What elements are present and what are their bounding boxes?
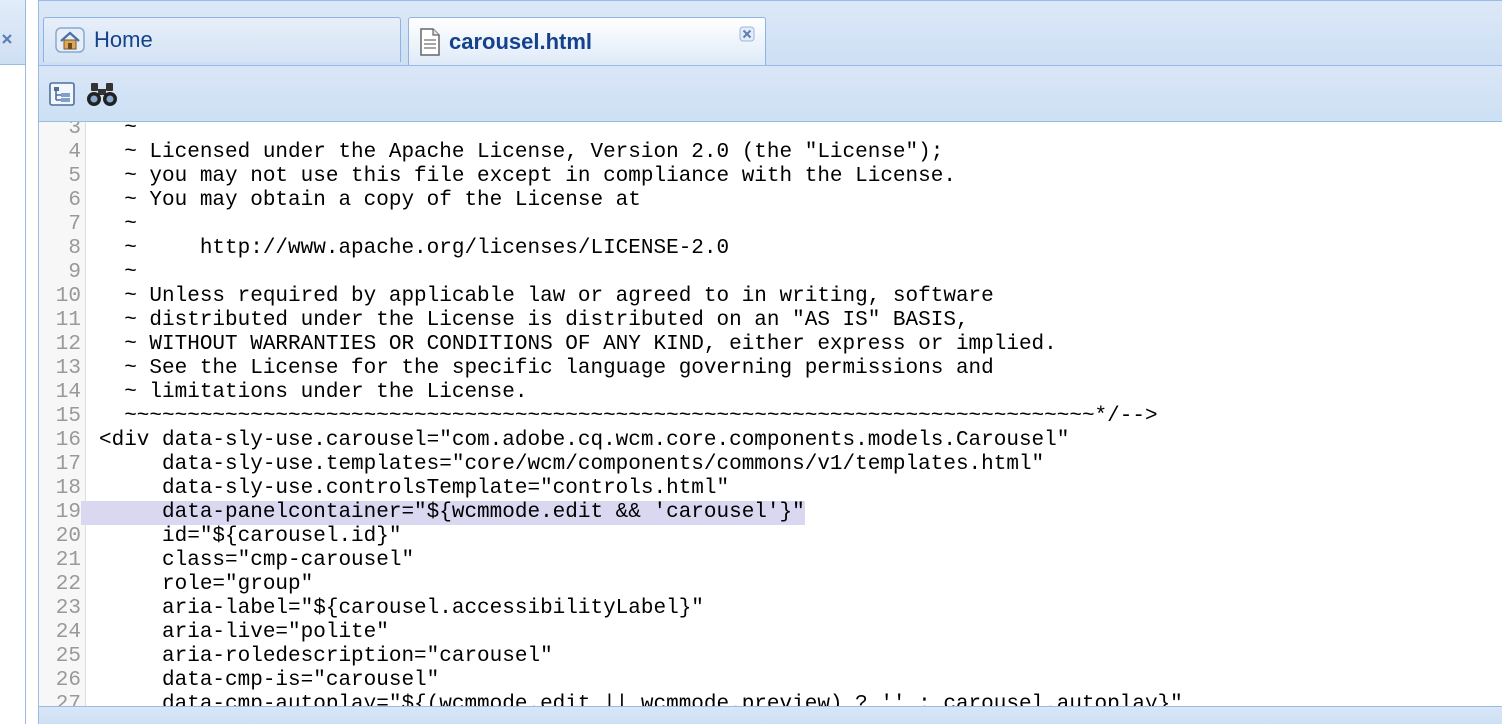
line-number: 5: [68, 165, 81, 188]
line-text: ~ you may not use this file except in co…: [99, 165, 956, 188]
line-text: ~ See the License for the specific langu…: [99, 357, 994, 380]
line-number: 20: [55, 525, 81, 548]
code-line: 8 ~ http://www.apache.org/licenses/LICEN…: [39, 237, 1502, 261]
line-text: data-sly-use.templates="core/wcm/compone…: [99, 453, 1045, 476]
close-icon[interactable]: [737, 24, 757, 44]
line-number: 19: [55, 501, 81, 524]
line-number: 14: [55, 381, 81, 404]
line-text: data-panelcontainer="${wcmmode.edit && '…: [81, 501, 805, 525]
line-text: class="cmp-carousel": [99, 549, 415, 572]
code-line: 18 data-sly-use.controlsTemplate="contro…: [39, 477, 1502, 501]
line-number: 13: [55, 357, 81, 380]
code-line: 3 ~: [39, 122, 1502, 141]
code-line: 27 data-cmp-autoplay="${(wcmmode.edit ||…: [39, 693, 1502, 706]
line-text: aria-live="polite": [99, 621, 389, 644]
line-number: 25: [55, 645, 81, 668]
code-line: 15 ~~~~~~~~~~~~~~~~~~~~~~~~~~~~~~~~~~~~~…: [39, 405, 1502, 429]
line-number: 15: [55, 405, 81, 428]
code-line: 6 ~ You may obtain a copy of the License…: [39, 189, 1502, 213]
line-text: ~ Unless required by applicable law or a…: [99, 285, 994, 308]
line-number: 24: [55, 621, 81, 644]
tab-carousel-html[interactable]: carousel.html: [408, 17, 766, 65]
line-text: ~~~~~~~~~~~~~~~~~~~~~~~~~~~~~~~~~~~~~~~~…: [99, 405, 1158, 428]
tab-active-label: carousel.html: [449, 28, 593, 54]
code-line: 13 ~ See the License for the specific la…: [39, 357, 1502, 381]
code-line: 25 aria-roledescription="carousel": [39, 645, 1502, 669]
code-line: 16 <div data-sly-use.carousel="com.adobe.…: [39, 429, 1502, 453]
line-number: 11: [55, 309, 81, 332]
line-text: ~: [99, 122, 137, 140]
line-text: role="group": [99, 573, 314, 596]
line-number: 7: [68, 213, 81, 236]
line-text: ~: [99, 261, 137, 284]
tree-view-icon[interactable]: [45, 77, 79, 111]
line-text: ~ WITHOUT WARRANTIES OR CONDITIONS OF AN…: [99, 333, 1057, 356]
code-line: 14 ~ limitations under the License.: [39, 381, 1502, 405]
line-text: ~ distributed under the License is distr…: [99, 309, 969, 332]
line-number: 4: [68, 141, 81, 164]
line-number: 23: [55, 597, 81, 620]
code-line: 21 class="cmp-carousel": [39, 549, 1502, 573]
line-number: 12: [55, 333, 81, 356]
tab-home[interactable]: Home: [43, 17, 401, 62]
code-line: 9 ~: [39, 261, 1502, 285]
code-line: 10 ~ Unless required by applicable law o…: [39, 285, 1502, 309]
code-line: 22 role="group": [39, 573, 1502, 597]
line-text: data-cmp-autoplay="${(wcmmode.edit || wc…: [99, 693, 1183, 706]
file-icon: [419, 27, 441, 56]
line-number: 16: [55, 429, 81, 452]
line-text: ~ You may obtain a copy of the License a…: [99, 189, 641, 212]
line-text: data-cmp-is="carousel": [99, 669, 440, 692]
line-number: 26: [55, 669, 81, 692]
line-text: ~ limitations under the License.: [99, 381, 528, 404]
editor-status-bar: [39, 706, 1502, 724]
left-panel-collapsed: [0, 0, 26, 724]
line-number: 6: [68, 189, 81, 212]
tab-home-label: Home: [94, 27, 153, 52]
home-icon: [54, 26, 86, 54]
code-lines: 3 ~4 ~ Licensed under the Apache License…: [39, 122, 1502, 706]
line-number: 21: [55, 549, 81, 572]
line-text: <div data-sly-use.carousel="com.adobe.cq…: [99, 429, 1070, 452]
code-editor[interactable]: 3 ~4 ~ Licensed under the Apache License…: [39, 122, 1502, 706]
binoculars-icon[interactable]: [85, 77, 119, 111]
code-line: 11 ~ distributed under the License is di…: [39, 309, 1502, 333]
line-text: id="${carousel.id}": [99, 525, 402, 548]
line-number: 18: [55, 477, 81, 500]
line-number: 10: [55, 285, 81, 308]
line-text: aria-label="${carousel.accessibilityLabe…: [99, 597, 704, 620]
line-text: ~ Licensed under the Apache License, Ver…: [99, 141, 944, 164]
code-line: 4 ~ Licensed under the Apache License, V…: [39, 141, 1502, 165]
line-text: ~: [99, 213, 137, 236]
line-number: 8: [68, 237, 81, 260]
editor-panel: Home carousel.html 3 ~ 4 ~ Licensed unde…: [38, 0, 1502, 724]
code-line: 26 data-cmp-is="carousel": [39, 669, 1502, 693]
line-number: 22: [55, 573, 81, 596]
line-text: data-sly-use.controlsTemplate="controls.…: [99, 477, 730, 500]
code-line: 19 data-panelcontainer="${wcmmode.edit &…: [39, 501, 1502, 525]
close-icon[interactable]: [0, 28, 14, 50]
line-number: 17: [55, 453, 81, 476]
code-line: 7 ~: [39, 213, 1502, 237]
code-line: 20 id="${carousel.id}": [39, 525, 1502, 549]
editor-toolbar: [39, 66, 1502, 122]
line-number: 3: [68, 122, 81, 140]
line-number: 9: [68, 261, 81, 284]
line-text: ~ http://www.apache.org/licenses/LICENSE…: [99, 237, 730, 260]
crxde-window: Home carousel.html 3 ~ 4 ~ Licensed unde…: [0, 0, 1502, 724]
code-line: 5 ~ you may not use this file except in …: [39, 165, 1502, 189]
code-line: 23 aria-label="${carousel.accessibilityL…: [39, 597, 1502, 621]
line-number: 27: [55, 693, 81, 706]
code-line: 17 data-sly-use.templates="core/wcm/comp…: [39, 453, 1502, 477]
line-text: aria-roledescription="carousel": [99, 645, 553, 668]
tab-strip: Home carousel.html: [39, 0, 1502, 66]
code-line: 12 ~ WITHOUT WARRANTIES OR CONDITIONS OF…: [39, 333, 1502, 357]
code-line: 24 aria-live="polite": [39, 621, 1502, 645]
